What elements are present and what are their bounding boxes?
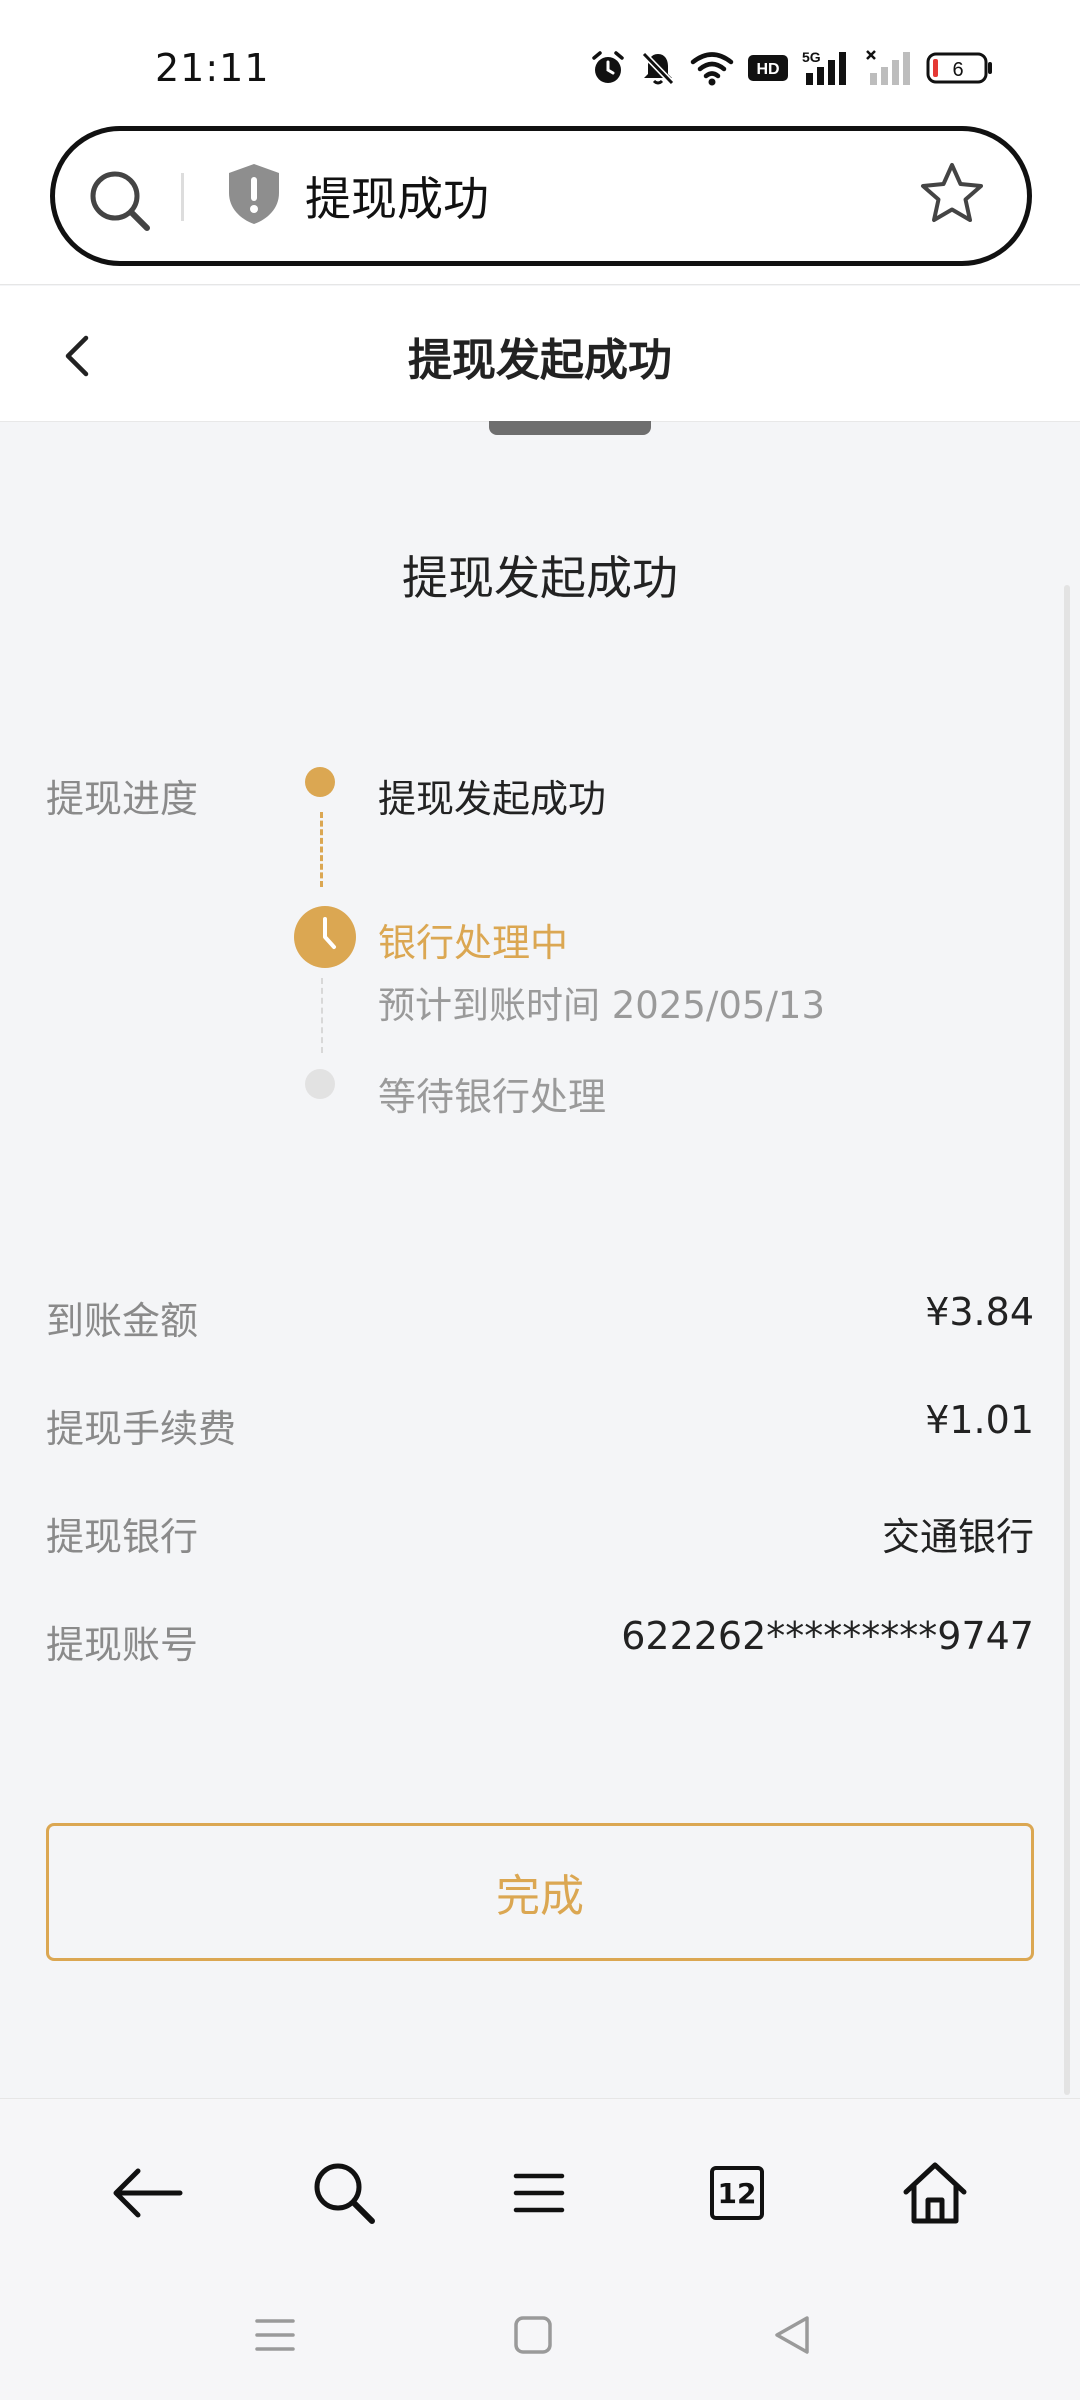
address-divider (181, 173, 184, 221)
signal-5g-icon: 5G (802, 49, 846, 85)
address-text[interactable]: 提现成功 (305, 163, 489, 229)
bank-value: 交通银行 (881, 1515, 1034, 1559)
page-title: 提现发起成功 (408, 335, 672, 386)
mute-icon (641, 51, 675, 86)
nav-home-button[interactable] (503, 2305, 563, 2365)
scrollbar[interactable] (1064, 585, 1070, 2095)
step-eta: 预计到账时间 2025/05/13 (378, 984, 826, 1027)
browser-toolbar: 提现成功 (0, 122, 1080, 285)
shield-icon[interactable] (225, 161, 283, 227)
page-header: 提现发起成功 (0, 286, 1080, 422)
status-icons: HD 5G 6 (590, 48, 994, 88)
square-home-icon (514, 2316, 552, 2354)
status-bar: 21:11 HD 5G 6 (0, 0, 1080, 122)
step-pending-dot (305, 1069, 335, 1099)
step-connector (321, 978, 323, 1053)
battery-level: 6 (952, 59, 963, 81)
nav-back-button[interactable] (762, 2305, 822, 2365)
home-icon (903, 2162, 967, 2224)
tab-count-icon: 12 (710, 2166, 764, 2220)
amount-label: 到账金额 (46, 1299, 199, 1343)
step-title-current: 银行处理中 (378, 921, 569, 965)
signal-none-icon (866, 50, 910, 85)
network-label: 5G (802, 49, 821, 65)
status-time: 21:11 (155, 46, 270, 90)
step-title: 提现发起成功 (378, 777, 607, 821)
search-icon (314, 2163, 375, 2224)
step-connector (320, 812, 323, 887)
bookmark-star-icon[interactable] (917, 159, 987, 229)
account-value: 622262*********9747 (621, 1614, 1034, 1658)
step-title-pending: 等待银行处理 (378, 1075, 607, 1119)
triangle-back-icon (775, 2316, 809, 2354)
progress-label: 提现进度 (46, 777, 199, 821)
wifi-icon (690, 52, 734, 86)
alarm-icon (592, 51, 624, 83)
battery-icon: 6 (926, 52, 992, 84)
home-button[interactable] (890, 2148, 980, 2238)
step-done-dot (305, 767, 335, 797)
tabs-button[interactable]: 12 (692, 2148, 782, 2238)
hd-label: HD (756, 61, 779, 78)
bank-label: 提现银行 (46, 1515, 199, 1559)
result-heading: 提现发起成功 (402, 551, 678, 605)
recents-icon (255, 2319, 295, 2351)
address-bar[interactable]: 提现成功 (50, 126, 1032, 266)
account-label: 提现账号 (46, 1623, 199, 1667)
amount-value: ¥3.84 (925, 1290, 1034, 1334)
search-button[interactable] (299, 2148, 389, 2238)
clock-icon (294, 906, 356, 968)
fee-value: ¥1.01 (925, 1398, 1034, 1442)
search-icon[interactable] (85, 166, 155, 236)
arrow-left-icon (113, 2168, 183, 2218)
done-button[interactable]: 完成 (46, 1823, 1034, 1961)
back-button[interactable] (103, 2148, 193, 2238)
menu-button[interactable] (494, 2148, 584, 2238)
fee-label: 提现手续费 (46, 1407, 237, 1451)
pull-handle (489, 421, 651, 435)
menu-icon (513, 2173, 565, 2213)
nav-recents-button[interactable] (245, 2305, 305, 2365)
hd-icon: HD (748, 55, 788, 81)
